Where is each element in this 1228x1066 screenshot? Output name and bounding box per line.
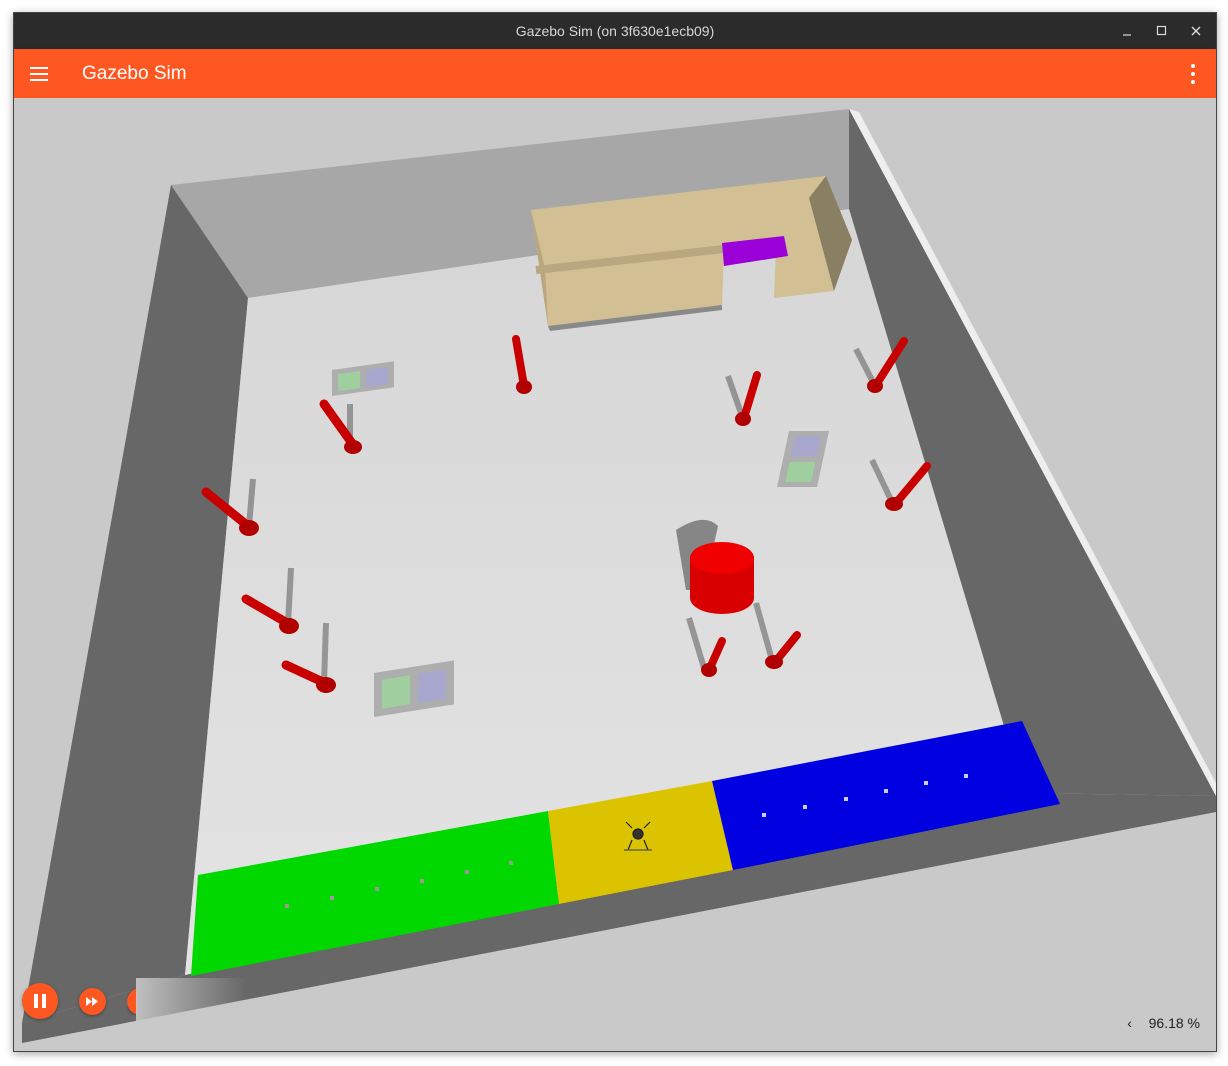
pause-icon bbox=[34, 994, 46, 1008]
real-time-factor-value: 96.18 % bbox=[1148, 1015, 1200, 1031]
chevron-left-icon[interactable]: ‹ bbox=[1121, 1011, 1139, 1035]
minimize-icon bbox=[1123, 34, 1131, 36]
app-name: Gazebo Sim bbox=[82, 63, 187, 84]
minimize-button[interactable] bbox=[1111, 13, 1145, 49]
scene-canvas bbox=[14, 98, 1216, 1051]
fast-forward-icon bbox=[86, 997, 98, 1006]
app-toolbar: Gazebo Sim bbox=[14, 49, 1216, 98]
maximize-icon bbox=[1156, 25, 1167, 36]
vertical-ellipsis-icon[interactable] bbox=[1180, 61, 1206, 87]
real-time-factor-panel: ‹ 96.18 % bbox=[1121, 1011, 1200, 1035]
step-button[interactable] bbox=[79, 988, 106, 1015]
hamburger-menu-icon[interactable] bbox=[26, 61, 52, 87]
maximize-button[interactable] bbox=[1145, 13, 1179, 49]
close-button[interactable] bbox=[1179, 13, 1213, 49]
window-titlebar[interactable]: Gazebo Sim (on 3f630e1ecb09) bbox=[14, 13, 1216, 49]
3d-scene-viewport[interactable]: ‹ 96.18 % bbox=[14, 98, 1216, 1051]
controls-fade bbox=[136, 978, 246, 1028]
app-window: Gazebo Sim (on 3f630e1ecb09) Gazebo Sim bbox=[13, 12, 1217, 1052]
play-pause-button[interactable] bbox=[22, 983, 58, 1019]
window-title: Gazebo Sim (on 3f630e1ecb09) bbox=[515, 23, 715, 39]
close-icon bbox=[1191, 26, 1201, 36]
